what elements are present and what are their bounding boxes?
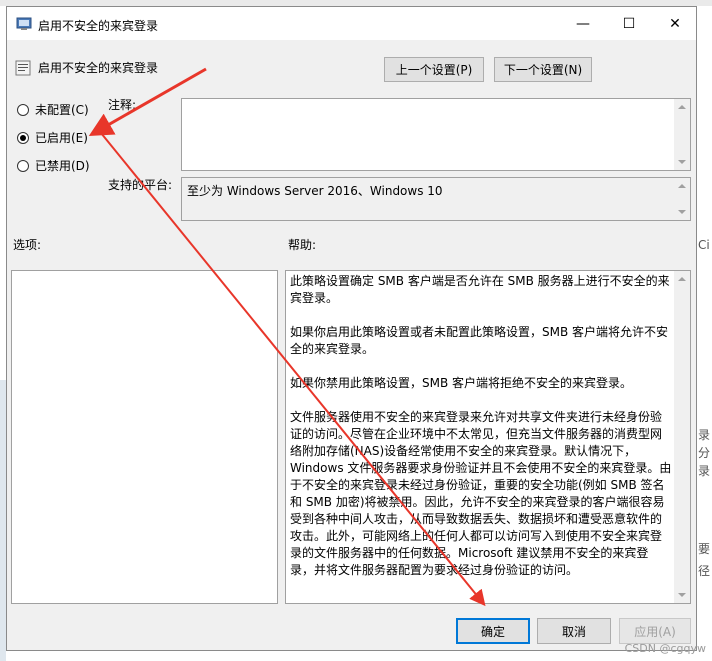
radio-label: 已禁用(D) <box>35 159 90 173</box>
background-text: 分 <box>698 446 711 460</box>
background-text: 录 <box>698 428 711 442</box>
minimize-button[interactable]: — <box>560 7 606 40</box>
supported-platforms-label: 支持的平台: <box>108 178 173 192</box>
window-title: 启用不安全的来宾登录 <box>38 19 159 33</box>
scroll-down-icon[interactable] <box>678 160 686 164</box>
policy-setting-icon <box>15 60 31 76</box>
radio-button-checked[interactable] <box>17 131 29 144</box>
policy-editor-icon <box>16 17 32 30</box>
options-pane <box>11 270 278 604</box>
scroll-down-icon[interactable] <box>678 593 686 597</box>
scroll-up-icon[interactable] <box>678 184 686 188</box>
policy-title: 启用不安全的来宾登录 <box>38 61 159 75</box>
help-pane[interactable]: 此策略设置确定 SMB 客户端是否允许在 SMB 服务器上进行不安全的来宾登录。… <box>285 270 691 604</box>
supported-platforms-field: 至少为 Windows Server 2016、Windows 10 <box>181 177 691 221</box>
cancel-button[interactable]: 取消 <box>537 618 611 644</box>
radio-label: 已启用(E) <box>35 131 88 145</box>
watermark: CSDN @cgqyw <box>624 642 706 655</box>
previous-setting-button[interactable]: 上一个设置(P) <box>384 57 484 82</box>
next-setting-button[interactable]: 下一个设置(N) <box>494 57 592 82</box>
scroll-up-icon[interactable] <box>678 105 686 109</box>
apply-button[interactable]: 应用(A) <box>619 618 691 644</box>
background-text: 要 <box>698 542 711 556</box>
radio-button[interactable] <box>17 103 29 116</box>
radio-label: 未配置(C) <box>35 103 89 117</box>
help-scrollbar[interactable] <box>674 271 690 603</box>
background-text: 径 <box>698 564 711 578</box>
radio-disabled[interactable]: 已禁用(D) <box>17 157 90 174</box>
help-paragraph: 文件服务器使用不安全的来宾登录来允许对共享文件夹进行未经身份验证的访问。尽管在企… <box>290 410 672 577</box>
comment-label: 注释: <box>108 98 137 112</box>
supported-scrollbar[interactable] <box>674 178 690 220</box>
scroll-down-icon[interactable] <box>678 210 686 214</box>
comment-scrollbar[interactable] <box>674 99 690 170</box>
options-label: 选项: <box>13 238 42 252</box>
help-paragraph: 如果你启用此策略设置或者未配置此策略设置，SMB 客户端将允许不安全的来宾登录。 <box>290 325 669 356</box>
background-text: Ci <box>698 238 710 252</box>
help-paragraph: 如果你禁用此策略设置，SMB 客户端将拒绝不安全的来宾登录。 <box>290 376 633 390</box>
help-label: 帮助: <box>288 238 317 252</box>
maximize-button[interactable]: ☐ <box>606 7 652 40</box>
title-bar[interactable]: 启用不安全的来宾登录 — ☐ ✕ <box>7 7 696 40</box>
scroll-up-icon[interactable] <box>678 277 686 281</box>
comment-textarea[interactable] <box>181 98 691 171</box>
background-app-right-edge: Ci 录 分 录 要 径 <box>698 6 712 661</box>
radio-not-configured[interactable]: 未配置(C) <box>17 101 89 118</box>
ok-button[interactable]: 确定 <box>456 618 530 644</box>
help-paragraph: 此策略设置确定 SMB 客户端是否允许在 SMB 服务器上进行不安全的来宾登录。 <box>290 274 670 305</box>
radio-button[interactable] <box>17 159 29 172</box>
supported-platforms-value: 至少为 Windows Server 2016、Windows 10 <box>187 184 443 198</box>
policy-dialog: 启用不安全的来宾登录 — ☐ ✕ 启用不安全的来宾登录 上一个设置(P) 下一个… <box>6 6 697 651</box>
radio-enabled[interactable]: 已启用(E) <box>17 129 88 146</box>
background-text: 录 <box>698 464 711 478</box>
close-button[interactable]: ✕ <box>652 7 698 40</box>
help-text: 此策略设置确定 SMB 客户端是否允许在 SMB 服务器上进行不安全的来宾登录。… <box>290 273 672 596</box>
